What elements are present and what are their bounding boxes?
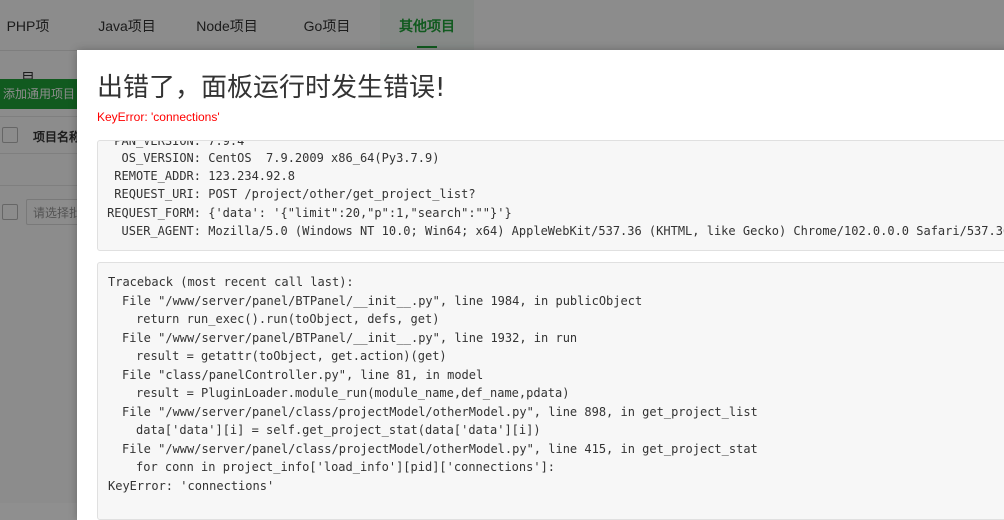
env-row: REQUEST_URI: POST /project/other/get_pro…	[98, 185, 476, 203]
env-row: REMOTE_ADDR: 123.234.92.8	[98, 167, 295, 185]
traceback-line: File "/www/server/panel/class/projectMod…	[122, 441, 758, 456]
traceback-line: File "/www/server/panel/BTPanel/__init__…	[122, 330, 578, 345]
traceback-line: File "/www/server/panel/class/projectMod…	[122, 404, 758, 419]
env-key: REQUEST_FORM:	[107, 206, 201, 220]
env-row: OS_VERSION: CentOS 7.9.2009 x86_64(Py3.7…	[98, 149, 440, 167]
env-row: REQUEST_FORM: {'data': '{"limit":20,"p":…	[98, 204, 512, 222]
error-dialog: 出错了，面板运行时发生错误! KeyError: 'connections' P…	[77, 50, 1004, 520]
traceback-line: Traceback (most recent call last):	[108, 275, 354, 289]
env-value: 7.9.4	[208, 140, 245, 148]
env-value: Mozilla/5.0 (Windows NT 10.0; Win64; x64…	[208, 224, 1004, 238]
traceback-line: KeyError: 'connections'	[108, 478, 275, 493]
traceback-box: Traceback (most recent call last): File …	[97, 262, 1004, 520]
env-key: USER_AGENT:	[121, 224, 201, 238]
env-value: {'data': '{"limit":20,"p":1,"search":""}…	[208, 206, 512, 220]
error-message: KeyError: 'connections'	[97, 110, 220, 124]
env-key: REMOTE_ADDR:	[114, 169, 201, 183]
traceback-line: File "class/panelController.py", line 81…	[122, 367, 484, 382]
env-value: 123.234.92.8	[208, 169, 295, 183]
environment-info-box: PAN_VERSION: 7.9.4 OS_VERSION: CentOS 7.…	[97, 140, 1004, 251]
dialog-title: 出错了，面板运行时发生错误!	[97, 73, 446, 103]
env-value: POST /project/other/get_project_list?	[208, 187, 476, 201]
traceback-line: for conn in project_info['load_info'][pi…	[136, 460, 556, 474]
env-row: USER_AGENT: Mozilla/5.0 (Windows NT 10.0…	[98, 222, 1004, 240]
traceback-line: data['data'][i] = self.get_project_stat(…	[136, 423, 541, 437]
env-key: REQUEST_URI:	[114, 187, 201, 201]
env-value: CentOS 7.9.2009 x86_64(Py3.7.9)	[208, 151, 440, 165]
traceback-line: result = getattr(toObject, get.action)(g…	[136, 349, 447, 363]
traceback-line: result = PluginLoader.module_run(module_…	[136, 386, 570, 400]
env-key: OS_VERSION:	[121, 151, 201, 165]
traceback-line: File "/www/server/panel/BTPanel/__init__…	[122, 293, 643, 308]
traceback-line: return run_exec().run(toObject, defs, ge…	[136, 312, 440, 326]
